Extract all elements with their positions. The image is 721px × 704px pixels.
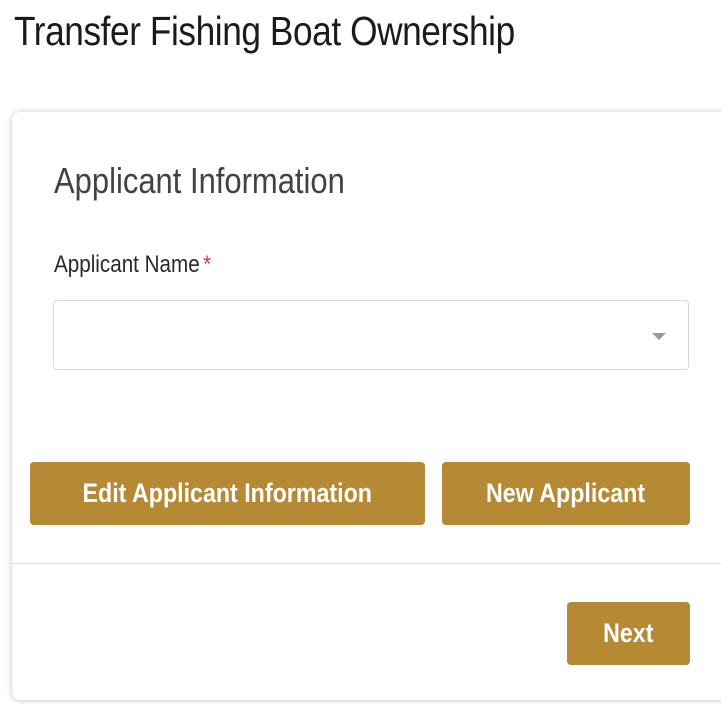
divider xyxy=(12,563,721,564)
next-button[interactable]: Next xyxy=(567,602,690,665)
applicant-name-label: Applicant Name * xyxy=(54,251,211,279)
chevron-down-icon[interactable] xyxy=(652,333,666,340)
page: Transfer Fishing Boat Ownership Applican… xyxy=(0,0,721,704)
new-applicant-label: New Applicant xyxy=(486,478,646,508)
applicant-form-card: Applicant Information Applicant Name * Ed… xyxy=(12,112,721,700)
required-mark: * xyxy=(203,251,212,278)
page-title: Transfer Fishing Boat Ownership xyxy=(14,8,515,54)
section-heading: Applicant Information xyxy=(54,160,345,201)
new-applicant-button[interactable]: New Applicant xyxy=(442,462,690,525)
applicant-name-label-text: Applicant Name xyxy=(54,251,200,278)
edit-applicant-information-button[interactable]: Edit Applicant Information xyxy=(30,462,425,525)
edit-applicant-information-label: Edit Applicant Information xyxy=(82,478,373,508)
applicant-name-select[interactable] xyxy=(53,300,689,370)
next-label: Next xyxy=(603,618,654,648)
